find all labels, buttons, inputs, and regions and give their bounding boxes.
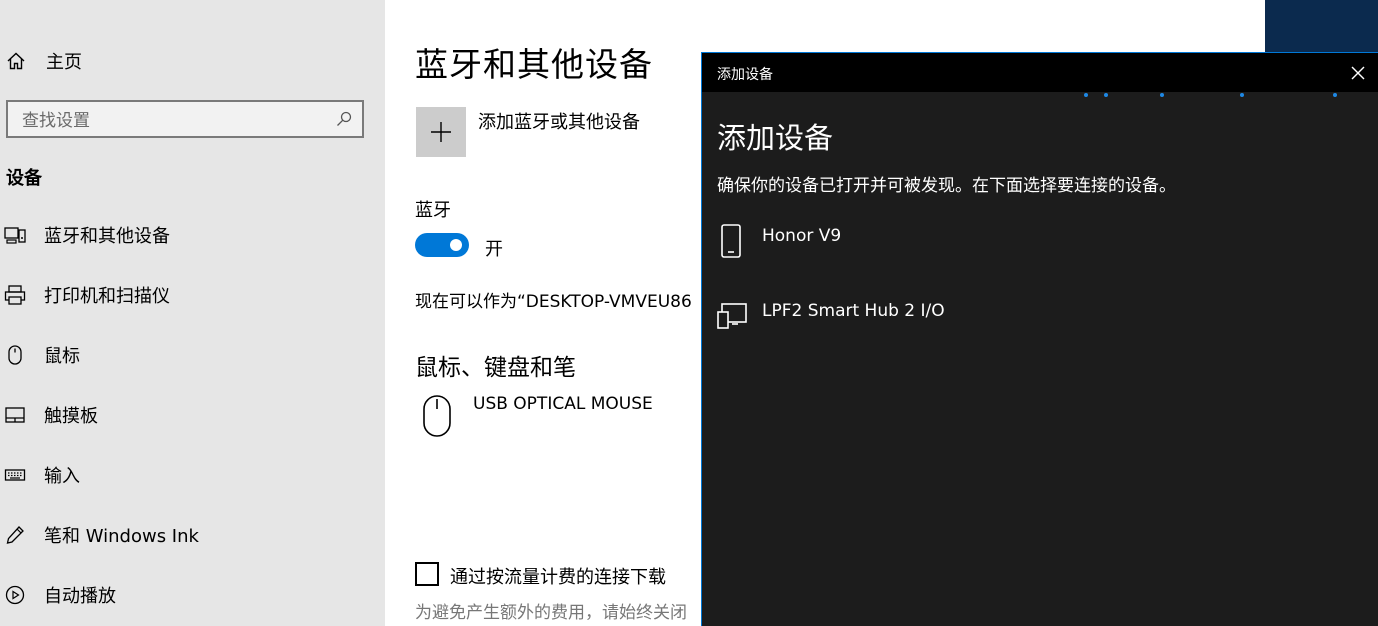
- device-list-item-honor-v9[interactable]: Honor V9: [702, 215, 1378, 275]
- add-device-dialog: 添加设备 添加设备 确保你的设备已打开并可被发现。在下面选择要连接的设备。 Ho: [701, 52, 1378, 626]
- close-icon: [1351, 66, 1365, 80]
- printer-icon: [4, 284, 26, 306]
- sidebar-item-printers[interactable]: 打印机和扫描仪: [0, 265, 385, 325]
- dialog-window-title: 添加设备: [717, 67, 773, 83]
- sidebar-item-label: 输入: [44, 466, 80, 487]
- sidebar-item-pen[interactable]: 笔和 Windows Ink: [0, 505, 385, 565]
- home-icon: [6, 51, 26, 71]
- sidebar-item-bluetooth[interactable]: 蓝牙和其他设备: [0, 205, 385, 265]
- device-name: Honor V9: [762, 226, 842, 246]
- mouse-icon: [4, 344, 26, 366]
- mouse-keyboard-pen-heading: 鼠标、键盘和笔: [415, 355, 576, 381]
- search-box[interactable]: [6, 100, 364, 138]
- nav-list: 蓝牙和其他设备 打印机和扫描仪 鼠标 触摸板 输入 笔和 Windows Ink…: [0, 205, 385, 625]
- discoverable-text: 现在可以作为“DESKTOP-VMVEU86: [415, 292, 692, 312]
- bluetooth-devices-icon: [4, 224, 26, 246]
- plus-icon: [431, 122, 451, 142]
- sidebar-item-label: 打印机和扫描仪: [44, 286, 170, 307]
- progress-dot: [1160, 93, 1164, 97]
- sidebar-item-mouse[interactable]: 鼠标: [0, 325, 385, 385]
- sidebar-item-label: 蓝牙和其他设备: [44, 226, 170, 247]
- toggle-knob: [450, 239, 462, 251]
- dialog-heading: 添加设备: [717, 121, 834, 155]
- sidebar-item-label: 鼠标: [44, 346, 80, 367]
- progress-dot: [1084, 93, 1088, 97]
- sidebar-item-label: 自动播放: [44, 586, 116, 607]
- progress-dot: [1333, 93, 1337, 97]
- usb-mouse-device[interactable]: USB OPTICAL MOUSE: [473, 394, 653, 414]
- sidebar-item-label: 笔和 Windows Ink: [44, 526, 199, 547]
- dialog-titlebar: 添加设备: [702, 53, 1378, 92]
- bluetooth-toggle-state: 开: [485, 239, 503, 260]
- nav-section-title: 设备: [6, 168, 42, 189]
- bluetooth-toggle[interactable]: [415, 233, 469, 257]
- mouse-device-icon: [422, 394, 452, 442]
- device-display-icon: [716, 302, 748, 330]
- touchpad-icon: [4, 404, 26, 426]
- page-title: 蓝牙和其他设备: [415, 45, 653, 84]
- sidebar-item-label: 触摸板: [44, 406, 98, 427]
- add-device-label[interactable]: 添加蓝牙或其他设备: [478, 108, 640, 134]
- keyboard-icon: [4, 464, 26, 486]
- background-window-edge: [1265, 0, 1378, 52]
- settings-window: 主页 设备: [0, 0, 1378, 626]
- nav-pane: 主页 设备: [0, 0, 385, 626]
- dialog-instruction: 确保你的设备已打开并可被发现。在下面选择要连接的设备。: [717, 176, 1176, 196]
- sidebar-item-typing[interactable]: 输入: [0, 445, 385, 505]
- metered-download-label[interactable]: 通过按流量计费的连接下载: [450, 563, 666, 589]
- progress-dot: [1104, 93, 1108, 97]
- phone-icon: [716, 223, 746, 259]
- metered-download-checkbox[interactable]: [415, 562, 439, 586]
- progress-dot: [1240, 93, 1244, 97]
- sidebar-item-touchpad[interactable]: 触摸板: [0, 385, 385, 445]
- search-input[interactable]: [20, 108, 324, 134]
- device-name: LPF2 Smart Hub 2 I/O: [762, 301, 945, 321]
- metered-download-description: 为避免产生额外的费用，请始终关闭: [415, 603, 687, 623]
- device-list-item-lpf2-hub[interactable]: LPF2 Smart Hub 2 I/O: [702, 290, 1378, 350]
- add-device-button[interactable]: [416, 107, 466, 157]
- pen-icon: [4, 524, 26, 546]
- sidebar-item-autoplay[interactable]: 自动播放: [0, 565, 385, 625]
- nav-home-label: 主页: [46, 52, 82, 73]
- search-icon[interactable]: [336, 111, 352, 131]
- autoplay-icon: [4, 584, 26, 606]
- nav-home[interactable]: 主页: [6, 48, 82, 74]
- close-button[interactable]: [1346, 61, 1370, 85]
- bluetooth-heading: 蓝牙: [415, 200, 451, 221]
